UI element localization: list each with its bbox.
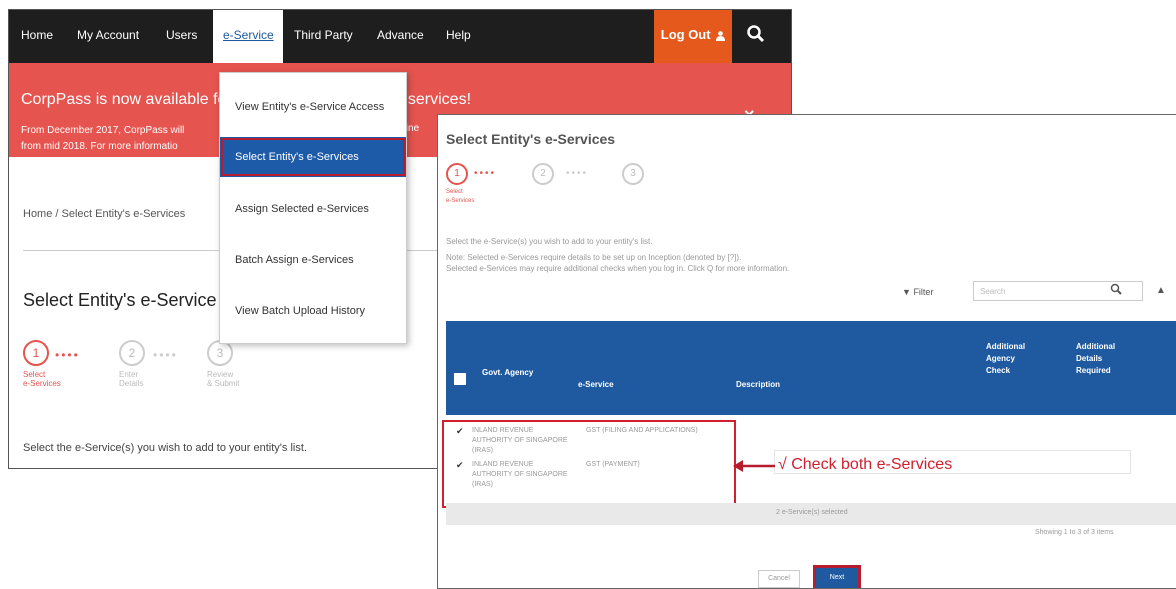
person-icon xyxy=(716,30,726,41)
step-1-label: Select e-Services xyxy=(23,370,61,388)
step-dots: •••• xyxy=(153,348,178,362)
step-indicator: 1 •••• 2 •••• 3 Select e-Services Enter … xyxy=(23,340,273,400)
step-dots: •••• xyxy=(55,348,80,362)
step-dots: •••• xyxy=(474,168,497,179)
annotation-text: √ Check both e-Services xyxy=(778,456,953,473)
left-arrow-icon xyxy=(733,460,775,472)
menu-item-view-access[interactable]: View Entity's e-Service Access xyxy=(220,87,406,127)
step-3-label: Review & Submit xyxy=(207,370,240,388)
instruction-text: Select the e-Service(s) you wish to add … xyxy=(446,237,653,246)
filter-button[interactable]: ▼ Filter xyxy=(902,287,933,297)
step-2-circle: 2 xyxy=(119,340,145,366)
instruction-text: Select the e-Service(s) you wish to add … xyxy=(23,442,307,454)
th-description[interactable]: Description xyxy=(736,379,780,391)
nav-third-party[interactable]: Third Party xyxy=(294,10,354,63)
note-line-2: Selected e-Services may require addition… xyxy=(446,264,790,273)
filter-icon: ▼ xyxy=(902,287,911,297)
banner-title: CorpPass is now available fo xyxy=(21,91,227,108)
banner-text: From December 2017, CorpPass will from m… xyxy=(21,125,185,152)
search-icon[interactable] xyxy=(746,24,766,44)
step-2-label: Enter Details xyxy=(119,370,144,388)
column-settings-icon[interactable]: ▲ xyxy=(1156,285,1166,296)
step-indicator: 1 •••• 2 •••• 3 Select e-Services xyxy=(446,163,676,213)
selected-count: 2 e-Service(s) selected xyxy=(776,509,848,516)
th-additional-agency-check[interactable]: Additional Agency Check xyxy=(986,341,1034,377)
step-dots: •••• xyxy=(566,168,589,179)
table-header: Govt. Agency e-Service Description Addit… xyxy=(446,321,1176,415)
note-line-1: Note: Selected e-Services require detail… xyxy=(446,253,742,262)
pagination-info: Showing 1 to 3 of 3 items xyxy=(1035,529,1114,536)
step-1-circle: 1 xyxy=(446,163,468,185)
th-e-service[interactable]: e-Service xyxy=(578,379,614,391)
select-all-checkbox[interactable] xyxy=(454,373,466,385)
th-additional-details[interactable]: Additional Details Required xyxy=(1076,341,1136,377)
cancel-button[interactable]: Cancel xyxy=(758,570,800,588)
nav-e-service[interactable]: e-Service xyxy=(213,10,283,63)
menu-item-select-e-services[interactable]: Select Entity's e-Services xyxy=(220,137,406,177)
front-screenshot: Select Entity's e-Services 1 •••• 2 ••••… xyxy=(437,114,1176,589)
nav-help[interactable]: Help xyxy=(446,10,476,63)
step-1-label: Select e-Services xyxy=(446,189,475,204)
menu-item-batch-history[interactable]: View Batch Upload History xyxy=(220,291,406,331)
nav-advance[interactable]: Advance xyxy=(377,10,427,63)
menu-item-assign-selected[interactable]: Assign Selected e-Services xyxy=(220,189,406,229)
logout-label: Log Out xyxy=(660,27,711,42)
nav-home[interactable]: Home xyxy=(21,10,59,63)
breadcrumb: Home / Select Entity's e-Services xyxy=(23,208,186,220)
step-3-circle: 3 xyxy=(622,163,644,185)
selected-count-bar: 2 e-Service(s) selected xyxy=(446,503,1176,525)
nav-users[interactable]: Users xyxy=(166,10,206,63)
logout-button[interactable]: Log Out xyxy=(654,10,732,63)
top-navigation: Home My Account Users e-Service Third Pa… xyxy=(9,10,791,63)
highlight-box xyxy=(442,420,736,508)
th-govt-agency[interactable]: Govt. Agency xyxy=(482,367,542,379)
menu-item-batch-assign[interactable]: Batch Assign e-Services xyxy=(220,240,406,280)
e-service-dropdown-menu: View Entity's e-Service Access Select En… xyxy=(219,72,407,344)
step-2-circle: 2 xyxy=(532,163,554,185)
next-button[interactable]: Next xyxy=(816,568,858,588)
page-title: Select Entity's e-Services xyxy=(446,131,616,147)
filter-label: Filter xyxy=(913,287,934,297)
nav-my-account[interactable]: My Account xyxy=(77,10,147,63)
search-icon[interactable] xyxy=(1110,283,1122,295)
page-title: Select Entity's e-Service xyxy=(23,290,217,310)
step-1-circle: 1 xyxy=(23,340,49,366)
